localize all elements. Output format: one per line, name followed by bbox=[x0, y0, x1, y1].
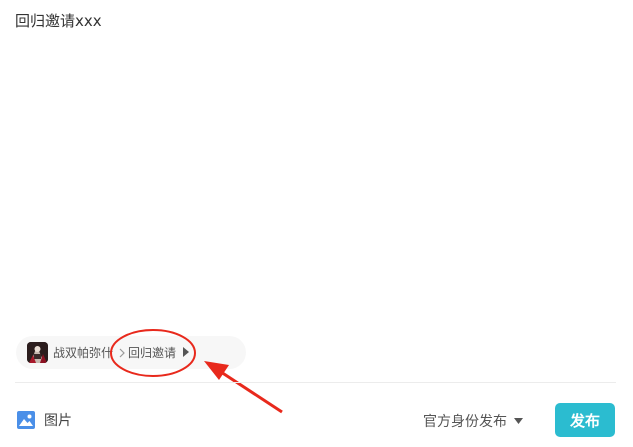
toolbar-divider bbox=[15, 382, 616, 383]
post-content-text[interactable]: 回归邀请xxx bbox=[15, 10, 615, 320]
post-editor: 回归邀请xxx 战双帕弥什 回归邀请 图片 官方身份发布 发布 bbox=[0, 0, 633, 447]
image-icon bbox=[17, 411, 35, 429]
identity-select-label: 官方身份发布 bbox=[423, 414, 507, 430]
caret-down-icon bbox=[514, 418, 523, 424]
topic-chip[interactable]: 战双帕弥什 回归邀请 bbox=[16, 336, 246, 369]
game-avatar-icon bbox=[27, 342, 48, 363]
chevron-right-icon bbox=[119, 348, 125, 358]
annotation-arrow-shaft bbox=[220, 370, 283, 414]
topic-name[interactable]: 回归邀请 bbox=[128, 344, 176, 361]
identity-select[interactable]: 官方身份发布 bbox=[423, 411, 523, 431]
game-name[interactable]: 战双帕弥什 bbox=[53, 344, 115, 361]
image-button[interactable]: 图片 bbox=[17, 409, 72, 431]
publish-button[interactable]: 发布 bbox=[555, 403, 615, 437]
image-button-label: 图片 bbox=[44, 413, 72, 429]
caret-right-icon[interactable] bbox=[183, 347, 189, 357]
